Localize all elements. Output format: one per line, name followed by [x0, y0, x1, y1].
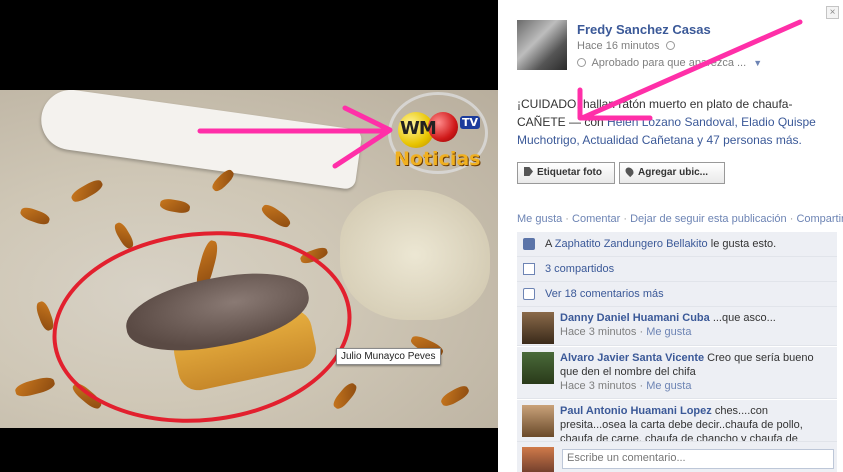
post-time[interactable]: Hace 16 minutos — [577, 40, 675, 52]
logo-tv-badge: TV — [460, 116, 481, 129]
logo-brand-text: WM — [400, 118, 437, 139]
tag-photo-label: Etiquetar foto — [537, 167, 602, 178]
circle-icon — [577, 58, 586, 67]
rice-grain — [69, 177, 105, 205]
tag-photo-button[interactable]: Etiquetar foto — [517, 162, 615, 184]
rice-grain — [13, 375, 57, 399]
shares-link[interactable]: 3 compartidos — [545, 263, 614, 275]
comment-body: Paul Antonio Huamani Lopez ches....con p… — [560, 404, 832, 441]
photo-viewer[interactable]: Julio Munayco Peves WM TV Noticias — [0, 0, 498, 472]
comment-meta: Hace 3 minutos · Me gusta — [560, 326, 692, 338]
plastic-fork — [37, 90, 363, 190]
comment-body: Danny Daniel Huamani Cuba ...que asco...… — [560, 311, 832, 339]
post-actions: Me gusta · Comentar · Dejar de seguir es… — [517, 213, 843, 225]
rice-grain — [330, 380, 360, 412]
logo-noticias-text: Noticias — [394, 148, 481, 170]
commenter-name[interactable]: Danny Daniel Huamani Cuba — [560, 312, 710, 324]
share-icon — [523, 263, 535, 275]
likes-suffix: le gusta esto. — [707, 238, 777, 250]
comment-like-link[interactable]: Me gusta — [646, 380, 691, 392]
comment-body: Alvaro Javier Santa Vicente Creo que ser… — [560, 351, 832, 393]
author-name[interactable]: Fredy Sanchez Casas — [577, 22, 711, 37]
post-with-text: — con — [565, 115, 608, 129]
photo-tag-label[interactable]: Julio Munayco Peves — [336, 348, 441, 365]
red-highlight-ellipse — [42, 216, 362, 428]
comment-time[interactable]: Hace 3 minutos — [560, 380, 636, 392]
comment-icon — [523, 288, 535, 300]
post-time-text[interactable]: Hace 16 minutos — [577, 40, 660, 52]
like-action[interactable]: Me gusta — [517, 213, 562, 225]
share-action[interactable]: Compartir — [796, 213, 843, 225]
commenter-name[interactable]: Alvaro Javier Santa Vicente — [560, 352, 704, 364]
shares-row[interactable]: 3 compartidos — [517, 257, 837, 282]
comment-time[interactable]: Hace 3 minutos — [560, 326, 636, 338]
cabbage-leaf — [340, 190, 490, 320]
rice-grain — [259, 201, 293, 231]
thumbs-up-icon — [523, 238, 535, 250]
post-message: ¡CUIDADO! hallan ratón muerto en plato d… — [517, 95, 837, 149]
unfollow-action[interactable]: Dejar de seguir esta publicación — [630, 213, 787, 225]
commenter-avatar[interactable] — [522, 352, 554, 384]
chevron-down-icon: ▼ — [753, 58, 763, 68]
tag-icon — [524, 167, 533, 176]
location-pin-icon — [623, 165, 636, 178]
view-more-comments-row[interactable]: Ver 18 comentarios más — [517, 282, 837, 307]
likes-text: A Zaphatito Zandungero Bellakito le gust… — [545, 238, 776, 250]
wm-noticias-logo: WM TV Noticias — [380, 88, 498, 186]
add-location-button[interactable]: Agregar ubic... — [619, 162, 725, 184]
comment-meta: Hace 3 minutos · Me gusta — [560, 380, 692, 392]
rice-grain — [159, 197, 191, 215]
author-avatar[interactable] — [517, 20, 567, 70]
comment-item: Paul Antonio Huamani Lopez ches....con p… — [517, 400, 837, 442]
audience-selector[interactable]: Aprobado para que aparezca ... ▼ — [577, 57, 762, 69]
add-location-label: Agregar ubic... — [638, 167, 709, 178]
rice-grain — [209, 167, 237, 194]
comment-input[interactable]: Escribe un comentario... — [562, 449, 834, 469]
likes-row: A Zaphatito Zandungero Bellakito le gust… — [517, 232, 837, 257]
close-icon[interactable]: × — [826, 6, 839, 19]
comment-item: Danny Daniel Huamani Cuba ...que asco...… — [517, 307, 837, 346]
comment-like-link[interactable]: Me gusta — [646, 326, 691, 338]
liker-name-link[interactable]: Zaphatito Zandungero Bellakito — [555, 238, 708, 250]
commenter-avatar[interactable] — [522, 405, 554, 437]
my-avatar — [522, 447, 554, 472]
commenter-avatar[interactable] — [522, 312, 554, 344]
audience-text: Aprobado para que aparezca ... — [591, 57, 747, 69]
rice-grain — [439, 383, 471, 409]
post-side-panel: × Fredy Sanchez Casas Hace 16 minutos Ap… — [498, 0, 843, 472]
commenter-name[interactable]: Paul Antonio Huamani Lopez — [560, 405, 712, 417]
comment-text: ...que asco... — [709, 312, 776, 324]
rice-grain — [18, 205, 52, 227]
view-more-comments-link[interactable]: Ver 18 comentarios más — [545, 288, 664, 300]
likes-prefix: A — [545, 238, 555, 250]
comment-item: Alvaro Javier Santa Vicente Creo que ser… — [517, 347, 837, 399]
globe-icon — [665, 41, 675, 50]
comment-composer: Escribe un comentario... — [517, 442, 837, 472]
comment-action[interactable]: Comentar — [572, 213, 620, 225]
